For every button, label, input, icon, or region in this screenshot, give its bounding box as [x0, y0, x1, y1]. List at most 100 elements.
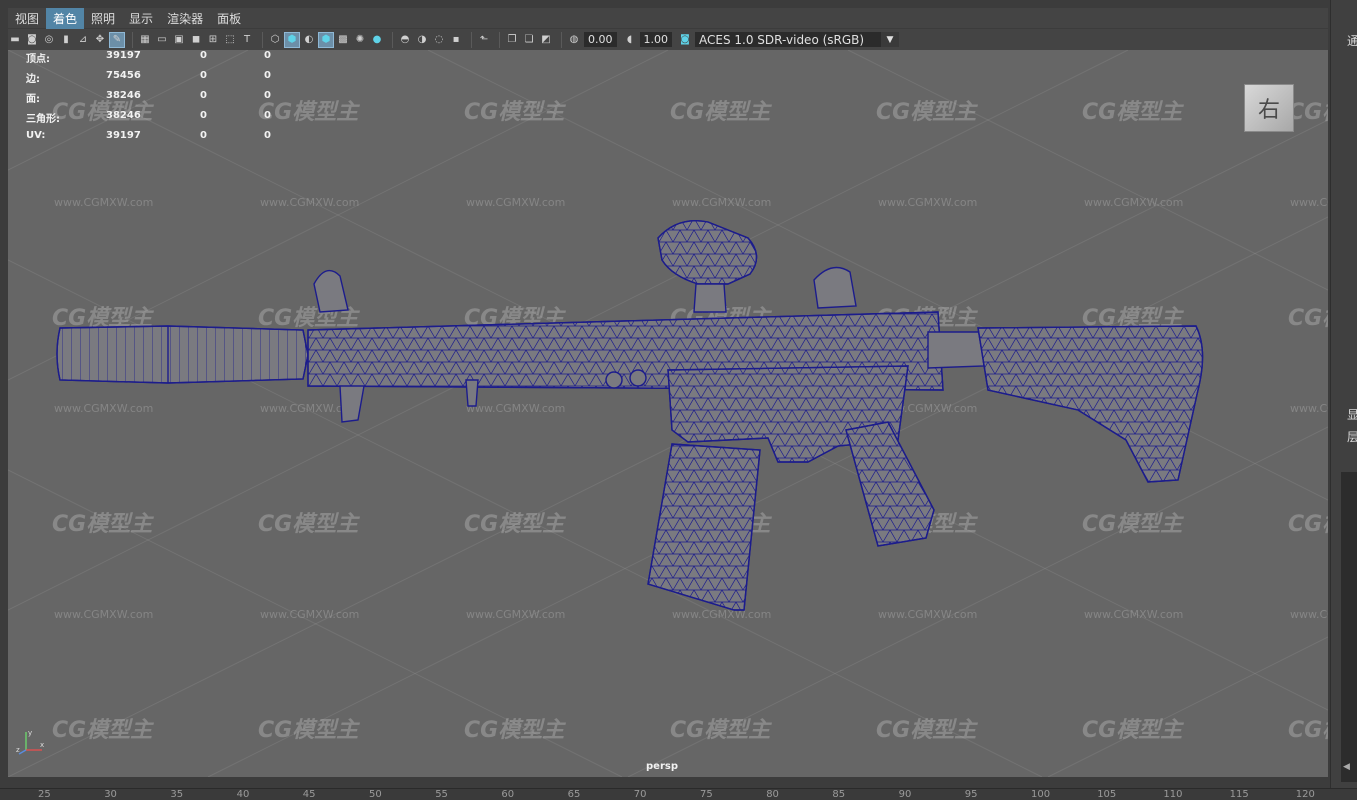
- menu-renderer[interactable]: 渲染器: [160, 8, 210, 29]
- panel-tab-label[interactable]: 显: [1347, 406, 1357, 423]
- menu-lighting[interactable]: 照明: [84, 8, 122, 29]
- hud-label: 顶点:: [26, 54, 50, 65]
- ruler-tick-label: 60: [501, 789, 515, 800]
- ruler-tick-label: 40: [236, 789, 250, 800]
- xray-icon[interactable]: ❐: [505, 33, 519, 47]
- view-transform-value: ACES 1.0 SDR-video (sRGB): [699, 32, 865, 47]
- ruler-tick-label: 65: [567, 789, 581, 800]
- xray-active-icon[interactable]: ❏: [522, 33, 536, 47]
- view-transform-dropdown[interactable]: ACES 1.0 SDR-video (sRGB) ▼: [695, 32, 899, 47]
- menu-shading[interactable]: 着色: [46, 7, 85, 29]
- hud-value: 75456: [106, 70, 141, 81]
- axis-label-z: z: [16, 746, 20, 754]
- color-management-icon[interactable]: ◙: [678, 33, 692, 47]
- hud-label: UV:: [26, 130, 46, 141]
- toolbar-separator: [471, 31, 472, 48]
- panel-tab-label[interactable]: 层: [1347, 428, 1357, 445]
- image-plane-icon[interactable]: ⊿: [76, 33, 90, 47]
- gamma-icon[interactable]: ◖: [623, 33, 637, 47]
- shadows-icon[interactable]: ●: [370, 33, 384, 47]
- hud-value: 0: [264, 110, 271, 121]
- ruler-tick-label: 75: [700, 789, 713, 800]
- gamma-field[interactable]: 1.00: [639, 32, 672, 47]
- isolate-select-icon[interactable]: ⬑: [477, 33, 491, 47]
- ruler-tick-label: 100: [1031, 789, 1051, 800]
- textured-icon[interactable]: ▩: [336, 33, 350, 47]
- hud-value: 38246: [106, 90, 141, 101]
- ruler-tick-label: 35: [170, 789, 184, 800]
- hud-value: 0: [200, 110, 207, 121]
- time-slider-ruler[interactable]: 25 30 35 40 45 50 55 60 65 70 75 80 85 90 95 100 105 110 1…: [0, 788, 1357, 800]
- viewcube-face-label: 右: [1257, 98, 1280, 123]
- hud-value: 0: [264, 70, 271, 81]
- chevron-down-icon[interactable]: ▼: [881, 32, 899, 47]
- ruler-tick-label: 80: [766, 789, 779, 800]
- ruler-tick-label: 110: [1163, 789, 1183, 800]
- axis-label-y: y: [28, 729, 32, 737]
- ruler-tick-label: 30: [104, 789, 117, 800]
- two-d-pan-zoom-icon[interactable]: ✥: [93, 33, 107, 47]
- ruler-tick-label: 25: [38, 789, 51, 800]
- viewcube[interactable]: 右: [1244, 84, 1294, 132]
- menu-show[interactable]: 显示: [122, 8, 160, 29]
- axis-label-x: x: [40, 741, 44, 749]
- safe-title-icon[interactable]: T: [240, 33, 254, 47]
- toolbar-separator: [132, 31, 133, 48]
- motion-blur-icon[interactable]: ◑: [415, 33, 429, 47]
- toolbar-separator: [392, 31, 393, 48]
- ruler-tick-label: 95: [964, 789, 978, 800]
- channel-box-panel: 通 显 层 ◀: [1330, 0, 1357, 788]
- exposure-icon[interactable]: ◍: [567, 33, 581, 47]
- camera-name-label: persp: [646, 761, 678, 772]
- default-material-icon[interactable]: ◐: [302, 33, 316, 47]
- film-gate-icon[interactable]: ▭: [155, 33, 169, 47]
- menu-panels[interactable]: 面板: [210, 8, 248, 29]
- ruler-tick-label: 105: [1097, 789, 1117, 800]
- wireframe-on-shaded-icon[interactable]: ⬢: [318, 31, 334, 48]
- maya-window: 视图 着色 照明 显示 渲染器 面板 ▬ ◙ ◎ ▮ ⊿ ✥ ✎ ▦ ▭ ▣ ◼…: [0, 0, 1357, 800]
- hud-value: 0: [264, 130, 271, 141]
- hud-value: 0: [200, 50, 207, 61]
- screen-space-ao-icon[interactable]: ◓: [398, 33, 412, 47]
- hud-value: 0: [264, 90, 271, 101]
- lock-camera-icon[interactable]: ◙: [25, 33, 39, 47]
- xray-joints-icon[interactable]: ◩: [539, 33, 553, 47]
- ruler-tick-label: 115: [1229, 789, 1249, 800]
- resolution-gate-icon[interactable]: ▣: [172, 33, 186, 47]
- panel-menubar: 视图 着色 照明 显示 渲染器 面板: [8, 7, 1328, 29]
- ruler-tick-label: 85: [832, 789, 846, 800]
- hud-value: 38246: [106, 110, 141, 121]
- hud-value: 0: [264, 50, 271, 61]
- hud-label: 三角形:: [26, 114, 60, 125]
- grid-icon[interactable]: ▦: [138, 33, 152, 47]
- menu-view[interactable]: 视图: [8, 8, 46, 29]
- hud-value: 39197: [106, 130, 141, 141]
- wireframe-icon[interactable]: ⬡: [268, 33, 282, 47]
- exposure-field[interactable]: 0.00: [584, 32, 617, 47]
- safe-action-icon[interactable]: ⬚: [223, 33, 237, 47]
- grease-pencil-icon[interactable]: ✎: [109, 31, 125, 48]
- hud-value: 0: [200, 90, 207, 101]
- hud-label: 边:: [26, 74, 40, 85]
- anti-aliasing-icon[interactable]: ◌: [432, 33, 446, 47]
- scroll-left-icon[interactable]: ◀: [1343, 762, 1350, 772]
- smooth-shade-icon[interactable]: ⬢: [284, 31, 300, 48]
- depth-of-field-icon[interactable]: ▪: [449, 33, 463, 47]
- ruler-tick-label: 55: [435, 789, 448, 800]
- axis-gizmo-icon: y z x: [16, 729, 44, 755]
- field-chart-icon[interactable]: ⊞: [206, 33, 220, 47]
- lights-icon[interactable]: ✺: [353, 33, 367, 47]
- toolbar-separator: [499, 31, 500, 48]
- panel-tab-label[interactable]: 通: [1347, 32, 1357, 49]
- hud-label: 面:: [26, 94, 40, 105]
- camera-attributes-icon[interactable]: ◎: [42, 33, 56, 47]
- rifle-wireframe-model: [56, 220, 1204, 611]
- layer-editor-area[interactable]: [1341, 472, 1357, 782]
- gate-mask-icon[interactable]: ◼: [189, 33, 203, 47]
- ruler-tick-label: 90: [898, 789, 912, 800]
- select-camera-icon[interactable]: ▬: [8, 33, 22, 47]
- perspective-viewport[interactable]: CG模型主CG模型主CG模型主CG模型主CG模型主CG模型主CG模型主CG模型主…: [8, 50, 1328, 777]
- bookmark-icon[interactable]: ▮: [59, 33, 73, 47]
- hud-value: 39197: [106, 50, 141, 61]
- hud-value: 0: [200, 70, 207, 81]
